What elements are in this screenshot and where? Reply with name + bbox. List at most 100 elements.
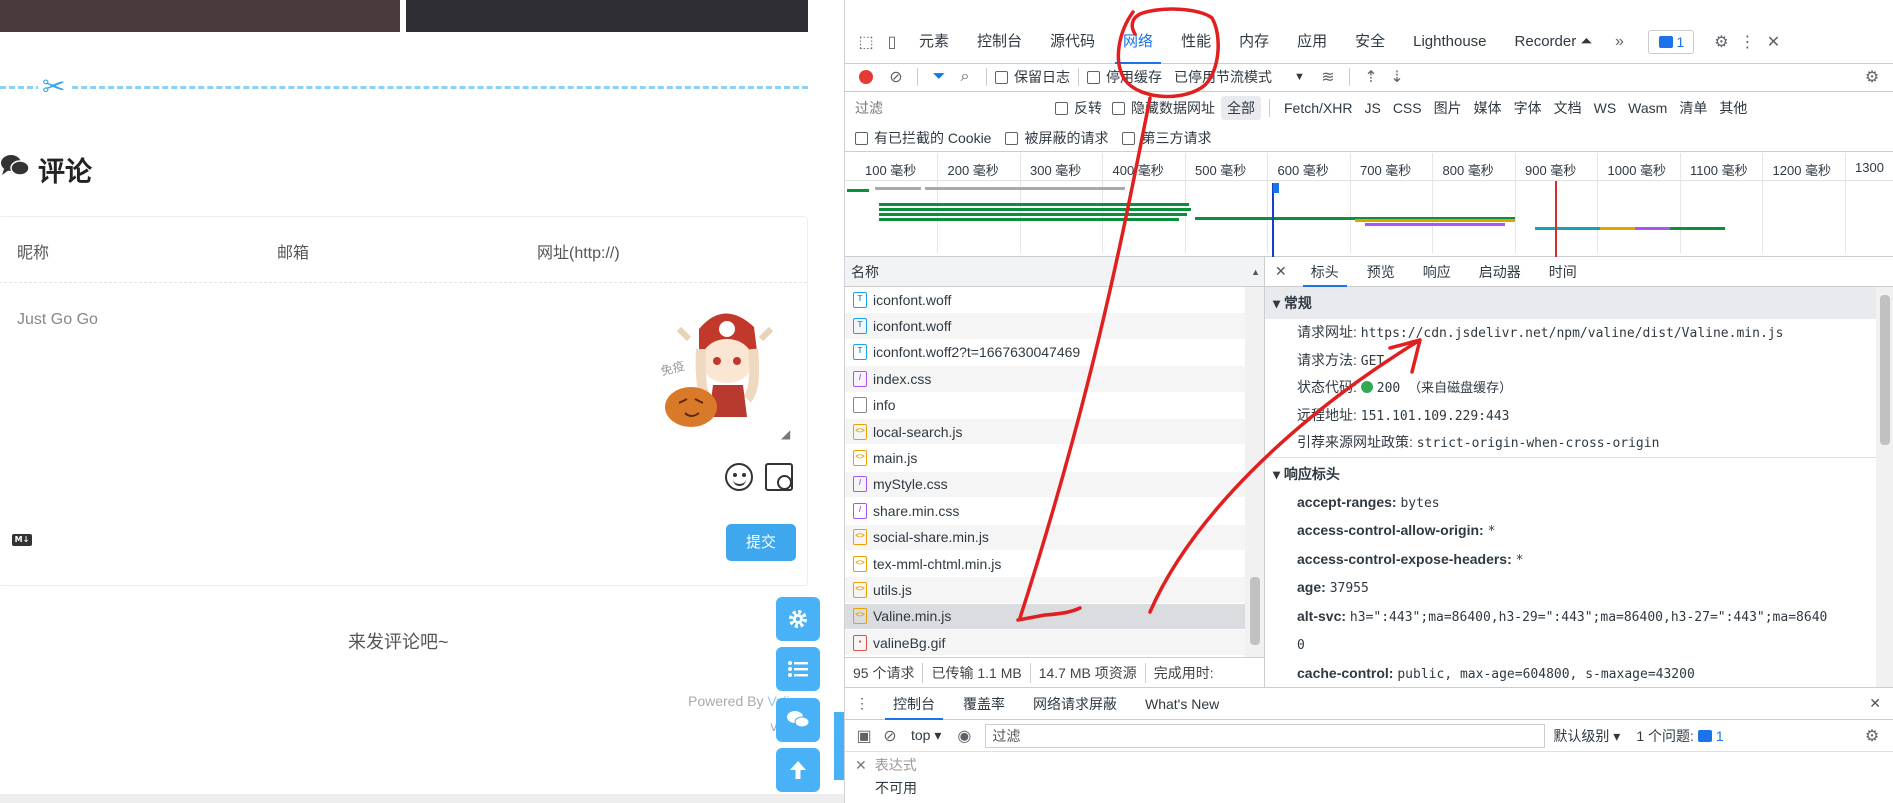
checkbox-box[interactable] [1122,131,1136,145]
scrollbar-thumb[interactable] [1250,577,1260,645]
comments-jump-button[interactable] [776,698,820,742]
chevron-down-icon[interactable]: ▼ [1294,71,1305,83]
clear-console-icon[interactable]: ⊘ [877,723,903,749]
drawer-menu-icon[interactable]: ⋮ [845,695,879,712]
timeline-overview[interactable] [845,181,1893,257]
issues-button[interactable]: 1 [1648,29,1695,54]
tab-recorder[interactable]: Recorder ⏶ [1501,20,1607,64]
request-row[interactable]: / index.css [845,366,1245,393]
emoji-button[interactable] [725,463,753,491]
more-tabs-icon[interactable]: » [1606,29,1632,55]
search-icon[interactable]: ⌕ [952,64,978,90]
comment-textarea[interactable]: Just Go Go [17,311,98,329]
tab-headers[interactable]: 标头 [1297,257,1353,287]
hide-data-urls-checkbox[interactable]: 隐藏数据网址 [1112,98,1215,118]
type-filter-wasm[interactable]: Wasm [1622,98,1673,118]
request-row[interactable]: <> social-share.min.js [845,524,1245,551]
request-row[interactable]: Ticonfont.woff [845,313,1245,340]
link-field[interactable]: 网址(http://) [519,217,779,282]
filter-icon[interactable]: ⏷ [926,64,952,90]
upload-icon[interactable]: ⇡ [1358,64,1384,90]
drawer-tab-whats-new[interactable]: What's New [1131,688,1233,720]
request-row[interactable]: <> local-search.js [845,418,1245,446]
submit-button[interactable]: 提交 [726,524,796,561]
tab-performance[interactable]: 性能 [1167,20,1225,64]
general-section-header[interactable]: ▾ 常规 [1265,287,1893,319]
request-row[interactable]: Ticonfont.woff [845,287,1245,314]
live-expression[interactable]: ✕ 表达式 [845,752,1893,778]
response-headers-header[interactable]: ▾ 响应标头 [1265,456,1893,489]
request-row[interactable]: <> tex-mml-chtml.min.js [845,550,1245,578]
back-to-top-button[interactable] [776,748,820,792]
drawer-tab-console[interactable]: 控制台 [879,688,949,720]
disable-cache-checkbox[interactable]: 停用缓存 [1087,67,1162,87]
checkbox-box[interactable] [1087,70,1100,84]
request-row[interactable]: info [845,392,1245,419]
header-value[interactable]: 200 （来自磁盘缓存） [1377,381,1512,396]
checkbox-box[interactable] [995,70,1008,84]
scrollbar-thumb[interactable] [1880,295,1890,445]
blocked-cookies-checkbox[interactable]: 有已拦截的 Cookie [855,128,991,148]
type-filter-ws[interactable]: WS [1588,98,1623,118]
request-row[interactable]: <> Valine.min.js [845,603,1245,631]
tab-lighthouse[interactable]: Lighthouse [1399,20,1500,64]
type-filter-media[interactable]: 媒体 [1468,96,1508,120]
inspect-icon[interactable]: ⬚ [853,29,879,55]
tab-console[interactable]: 控制台 [963,20,1036,64]
drawer-tab-request-blocking[interactable]: 网络请求屏蔽 [1019,688,1131,720]
header-value[interactable]: 37955 [1330,581,1369,596]
tab-memory[interactable]: 内存 [1225,20,1283,64]
type-filter-all[interactable]: 全部 [1221,96,1261,120]
tab-timing[interactable]: 时间 [1535,257,1591,287]
eye-icon[interactable]: ◉ [951,723,977,749]
checkbox-box[interactable] [1112,102,1125,115]
header-image-left[interactable] [0,0,400,32]
throttling-select[interactable]: 已停用节流模式 [1174,67,1272,87]
checkbox-box[interactable] [1055,102,1068,115]
header-value[interactable]: 151.101.109.229:443 [1361,409,1510,424]
console-settings-icon[interactable]: ⚙ [1859,723,1885,749]
tab-preview[interactable]: 预览 [1353,257,1409,287]
tab-application[interactable]: 应用 [1283,20,1341,64]
request-list-scrollbar[interactable] [1245,287,1265,657]
checkbox-box[interactable] [1005,131,1019,145]
header-value[interactable]: https://cdn.jsdelivr.net/npm/valine/dist… [1361,326,1784,341]
sidebar-toggle-icon[interactable]: ▣ [851,723,877,749]
header-value[interactable]: * [1516,553,1524,568]
clear-icon[interactable]: ⊘ [883,64,909,90]
request-row[interactable]: <> main.js [845,445,1245,472]
header-value[interactable]: public, max-age=604800, s-maxage=43200 [1397,667,1694,682]
tab-response[interactable]: 响应 [1409,257,1465,287]
remove-expression-icon[interactable]: ✕ [855,757,867,773]
type-filter-other[interactable]: 其他 [1713,96,1753,120]
header-value[interactable]: GET [1361,354,1384,369]
tab-elements[interactable]: 元素 [905,20,963,64]
console-filter-input[interactable]: 过滤 [985,723,1546,748]
request-row[interactable]: <> utils.js [845,577,1245,604]
request-row[interactable]: ▪ valineBg.gif [845,630,1245,657]
close-drawer-icon[interactable]: ✕ [1869,695,1893,712]
header-value[interactable]: * [1488,524,1496,539]
log-level-select[interactable]: 默认级别 ▾ [1553,726,1620,746]
invert-checkbox[interactable]: 反转 [1055,98,1102,118]
close-icon[interactable]: ✕ [1760,29,1786,55]
request-row[interactable]: Ticonfont.woff2?t=1667630047469 [845,339,1245,367]
preview-button[interactable] [765,463,793,491]
tab-sources[interactable]: 源代码 [1036,20,1109,64]
blocked-requests-checkbox[interactable]: 被屏蔽的请求 [1005,128,1108,148]
type-filter-xhr[interactable]: Fetch/XHR [1278,98,1358,118]
download-icon[interactable]: ⇣ [1384,64,1410,90]
type-filter-font[interactable]: 字体 [1508,96,1548,120]
checkbox-box[interactable] [855,131,868,145]
mail-field[interactable]: 邮箱 [259,217,519,282]
filter-input[interactable]: 过滤 [851,97,1051,119]
context-select[interactable]: top ▾ [911,727,941,744]
network-settings-icon[interactable]: ⚙ [1859,64,1885,90]
preserve-log-checkbox[interactable]: 保留日志 [995,67,1070,87]
type-filter-css[interactable]: CSS [1387,98,1428,118]
gear-icon[interactable]: ⚙ [1708,29,1734,55]
type-filter-doc[interactable]: 文档 [1548,96,1588,120]
request-row[interactable]: / myStyle.css [845,471,1245,499]
settings-button[interactable] [776,597,820,641]
header-value[interactable]: 0 [1297,638,1305,653]
